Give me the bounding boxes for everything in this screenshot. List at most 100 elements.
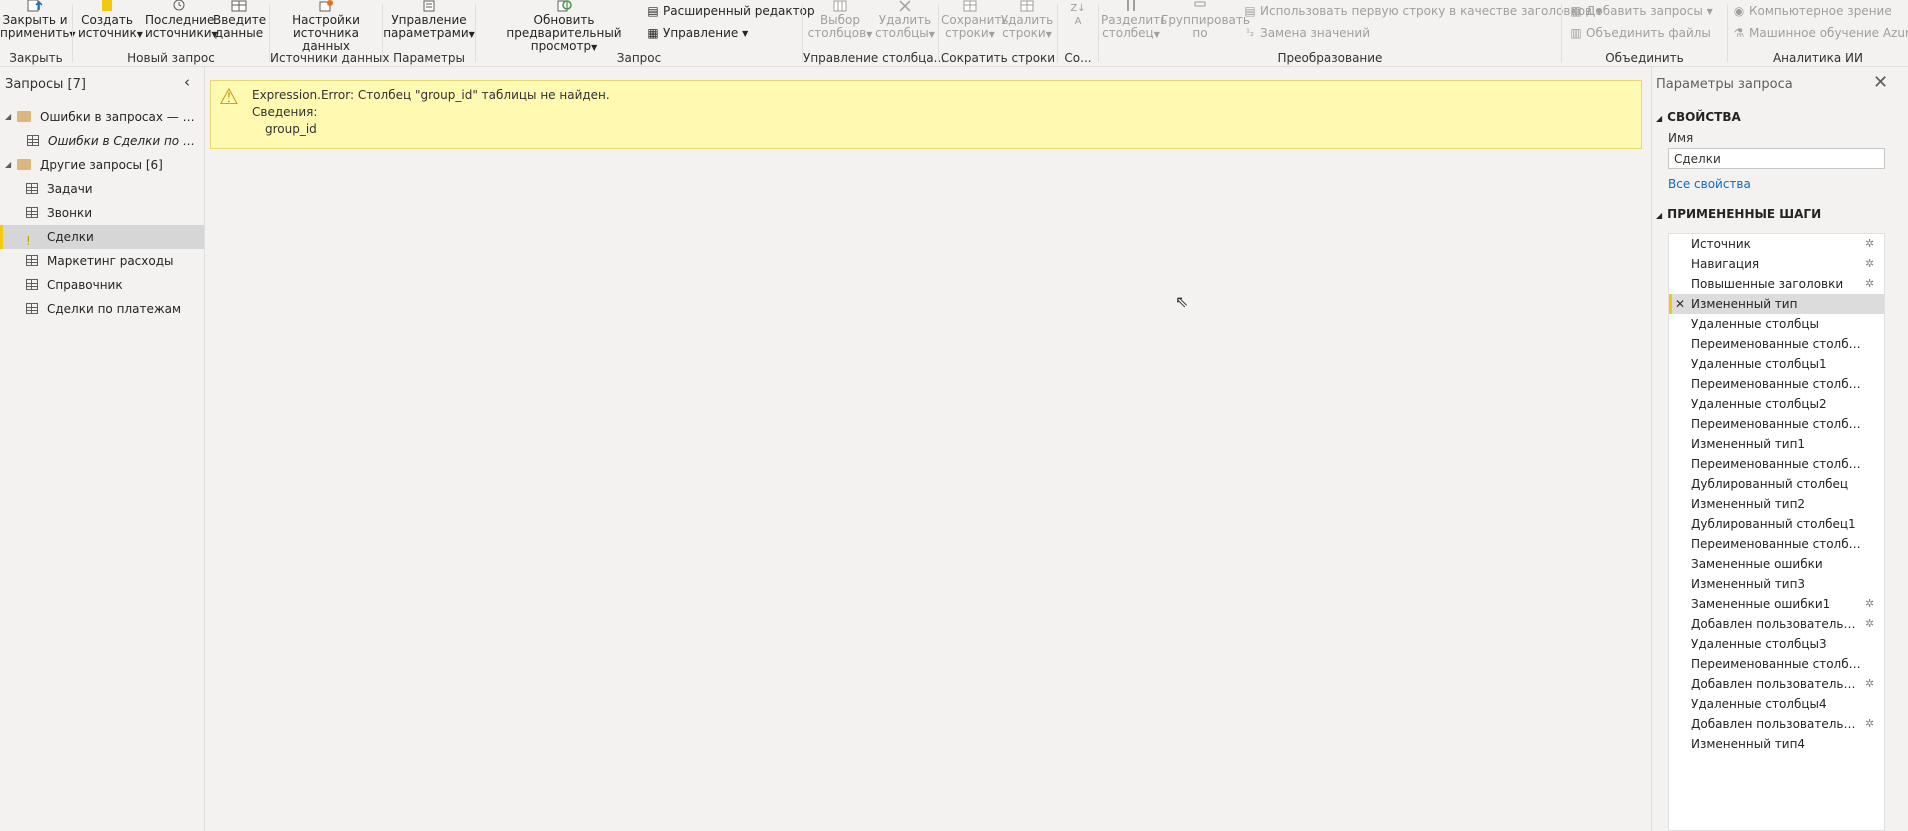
sort-button[interactable]: Z↓ A xyxy=(1066,2,1090,28)
ribbon-group-manage-columns: Выбор столбцов▼ Удалить столбцы▼ Управлени… xyxy=(803,0,945,66)
collapse-pane-icon[interactable]: ‹ xyxy=(184,73,190,91)
query-folder-other[interactable]: ◢ Другие запросы [6] xyxy=(0,153,204,177)
error-details-value: group_id xyxy=(265,122,317,136)
query-item-reference[interactable]: Справочник xyxy=(0,273,204,297)
collapse-triangle-icon: ◢ xyxy=(1656,211,1663,220)
merge-files-icon: ▥ xyxy=(1570,26,1582,40)
new-source-icon xyxy=(102,0,112,11)
gear-icon[interactable]: ✲ xyxy=(1865,274,1874,294)
choose-columns-button[interactable]: Выбор столбцов▼ xyxy=(807,0,873,41)
applied-step[interactable]: Переименованные столбцы1 xyxy=(1669,374,1884,394)
delete-step-icon[interactable]: ✕ xyxy=(1675,294,1685,314)
applied-step[interactable]: Дублированный столбец1 xyxy=(1669,514,1884,534)
applied-step[interactable]: Переименованные столбцы xyxy=(1669,334,1884,354)
gear-icon[interactable]: ✲ xyxy=(1865,614,1874,634)
applied-step[interactable]: Повышенные заголовки ✲ xyxy=(1669,274,1884,294)
vision-button[interactable]: ◉ Компьютерное зрение xyxy=(1732,4,1892,18)
group-by-button[interactable]: Группировать по xyxy=(1161,0,1250,40)
advanced-editor-button[interactable]: ▤ Расширенный редактор xyxy=(646,4,814,18)
ribbon-group-transform: Разделить столбец▼ Группировать по ▤ Исполь… xyxy=(1099,0,1602,66)
properties-header[interactable]: ◢ СВОЙСТВА xyxy=(1656,110,1741,124)
ribbon-group-reduce-rows: Сохранить строки▼ Удалить строки▼ Сократит… xyxy=(939,0,1057,66)
group-label: Объединить xyxy=(1605,51,1684,65)
applied-step[interactable]: Добавлен пользовательский...✲ xyxy=(1669,714,1884,734)
queries-tree: ◢ Ошибки в запросах — 13 1... Ошибки в С… xyxy=(0,105,204,321)
append-icon: ▦ xyxy=(1570,4,1582,18)
gear-icon[interactable]: ✲ xyxy=(1865,674,1874,694)
applied-step[interactable]: Удаленные столбцы xyxy=(1669,314,1884,334)
manage-parameters-button[interactable]: Управление параметрами▼ xyxy=(383,0,475,41)
applied-step[interactable]: Измененный тип1 xyxy=(1669,434,1884,454)
group-label: Источники данных xyxy=(270,51,390,65)
refresh-preview-button[interactable]: Обновить предварительный просмотр▼ xyxy=(484,0,644,54)
applied-step[interactable]: Переименованные столбцы5 xyxy=(1669,654,1884,674)
query-item-marketing[interactable]: Маркетинг расходы xyxy=(0,249,204,273)
close-icon[interactable]: ✕ xyxy=(1873,72,1888,93)
manage-button[interactable]: ▦ Управление ▼ xyxy=(646,26,748,40)
close-apply-icon xyxy=(27,0,43,12)
applied-step-selected[interactable]: ✕ Измененный тип xyxy=(1669,294,1884,314)
applied-step[interactable]: Удаленные столбцы2 xyxy=(1669,394,1884,414)
header-row-icon: ▤ xyxy=(1244,4,1256,18)
use-first-row-button[interactable]: ▤ Использовать первую строку в качестве з… xyxy=(1243,4,1602,18)
close-apply-button[interactable]: Закрыть и применить▼ xyxy=(0,0,76,41)
query-item-deals[interactable]: ! Сделки xyxy=(0,225,204,249)
applied-step[interactable]: Удаленные столбцы1 xyxy=(1669,354,1884,374)
query-item-error[interactable]: Ошибки в Сделки по пла... xyxy=(0,129,204,153)
remove-icon xyxy=(899,0,911,12)
table-icon xyxy=(231,0,247,12)
query-name-input[interactable] xyxy=(1668,148,1885,169)
applied-step[interactable]: Удаленные столбцы3 xyxy=(1669,634,1884,654)
query-item-tasks[interactable]: Задачи xyxy=(0,177,204,201)
gear-icon[interactable]: ✲ xyxy=(1865,594,1874,614)
append-queries-button[interactable]: ▦ Добавить запросы ▼ xyxy=(1569,4,1713,18)
applied-step[interactable]: Замененные ошибки xyxy=(1669,554,1884,574)
flask-icon: ⚗ xyxy=(1733,26,1745,40)
gear-icon[interactable]: ✲ xyxy=(1865,714,1874,734)
replace-values-button[interactable]: ¹₂ Замена значений xyxy=(1243,26,1370,40)
applied-step[interactable]: Измененный тип3 xyxy=(1669,574,1884,594)
ribbon-group-query: Обновить предварительный просмотр▼ ▤ Расши… xyxy=(476,0,815,66)
group-label: Сократить строки xyxy=(940,51,1056,65)
table-icon xyxy=(26,183,38,194)
replace-icon: ¹₂ xyxy=(1245,27,1255,39)
split-column-button[interactable]: Разделить столбец▼ xyxy=(1101,0,1167,41)
eye-icon: ◉ xyxy=(1733,4,1745,18)
ribbon-group-ai: ◉ Компьютерное зрение ⚗ Машинное обучение … xyxy=(1728,0,1908,66)
query-item-payments[interactable]: Сделки по платежам xyxy=(0,297,204,321)
remove-columns-button[interactable]: Удалить столбцы▼ xyxy=(875,0,935,41)
sort-za-icon: Z↓ A xyxy=(1070,3,1086,27)
query-item-calls[interactable]: Звонки xyxy=(0,201,204,225)
recent-sources-button[interactable]: Последние источники▼ xyxy=(145,0,218,41)
applied-step[interactable]: Добавлен пользовательский...✲ xyxy=(1669,614,1884,634)
gear-icon[interactable]: ✲ xyxy=(1865,234,1874,254)
applied-step[interactable]: Замененные ошибки1 ✲ xyxy=(1669,594,1884,614)
applied-step[interactable]: Источник ✲ xyxy=(1669,234,1884,254)
enter-data-button[interactable]: Введите данные xyxy=(213,0,266,40)
applied-step[interactable]: Добавлен пользовательский...✲ xyxy=(1669,674,1884,694)
all-properties-link[interactable]: Все свойства xyxy=(1668,177,1751,191)
merge-files-button[interactable]: ▥ Объединить файлы xyxy=(1569,26,1711,40)
query-folder-errors[interactable]: ◢ Ошибки в запросах — 13 1... xyxy=(0,105,204,129)
source-settings-button[interactable]: Настройки источника данных xyxy=(270,0,382,53)
create-source-button[interactable]: Создать источник▼ xyxy=(78,0,143,41)
applied-step[interactable]: Переименованные столбцы3 xyxy=(1669,454,1884,474)
expand-arrow-icon[interactable]: ◢ xyxy=(5,153,11,177)
remove-rows-button[interactable]: Удалить строки▼ xyxy=(999,0,1055,41)
applied-step[interactable]: Измененный тип2 xyxy=(1669,494,1884,514)
queries-pane: Запросы [7] ‹ ◢ Ошибки в запросах — 13 1… xyxy=(0,67,205,831)
applied-step[interactable]: Удаленные столбцы4 xyxy=(1669,694,1884,714)
applied-step[interactable]: Навигация ✲ xyxy=(1669,254,1884,274)
gear-icon[interactable]: ✲ xyxy=(1865,254,1874,274)
azure-ml-button[interactable]: ⚗ Машинное обучение Azure xyxy=(1732,26,1908,40)
folder-icon xyxy=(17,159,31,170)
folder-icon xyxy=(17,111,31,122)
expand-arrow-icon[interactable]: ◢ xyxy=(5,105,11,129)
applied-step[interactable]: Переименованные столбцы4 xyxy=(1669,534,1884,554)
clock-icon xyxy=(173,0,185,11)
applied-step[interactable]: Переименованные столбцы2 xyxy=(1669,414,1884,434)
applied-step[interactable]: Дублированный столбец xyxy=(1669,474,1884,494)
applied-step[interactable]: Измененный тип4 xyxy=(1669,734,1884,754)
keep-rows-button[interactable]: Сохранить строки▼ xyxy=(941,0,1009,41)
applied-steps-header[interactable]: ◢ ПРИМЕНЕННЫЕ ШАГИ xyxy=(1656,207,1821,221)
